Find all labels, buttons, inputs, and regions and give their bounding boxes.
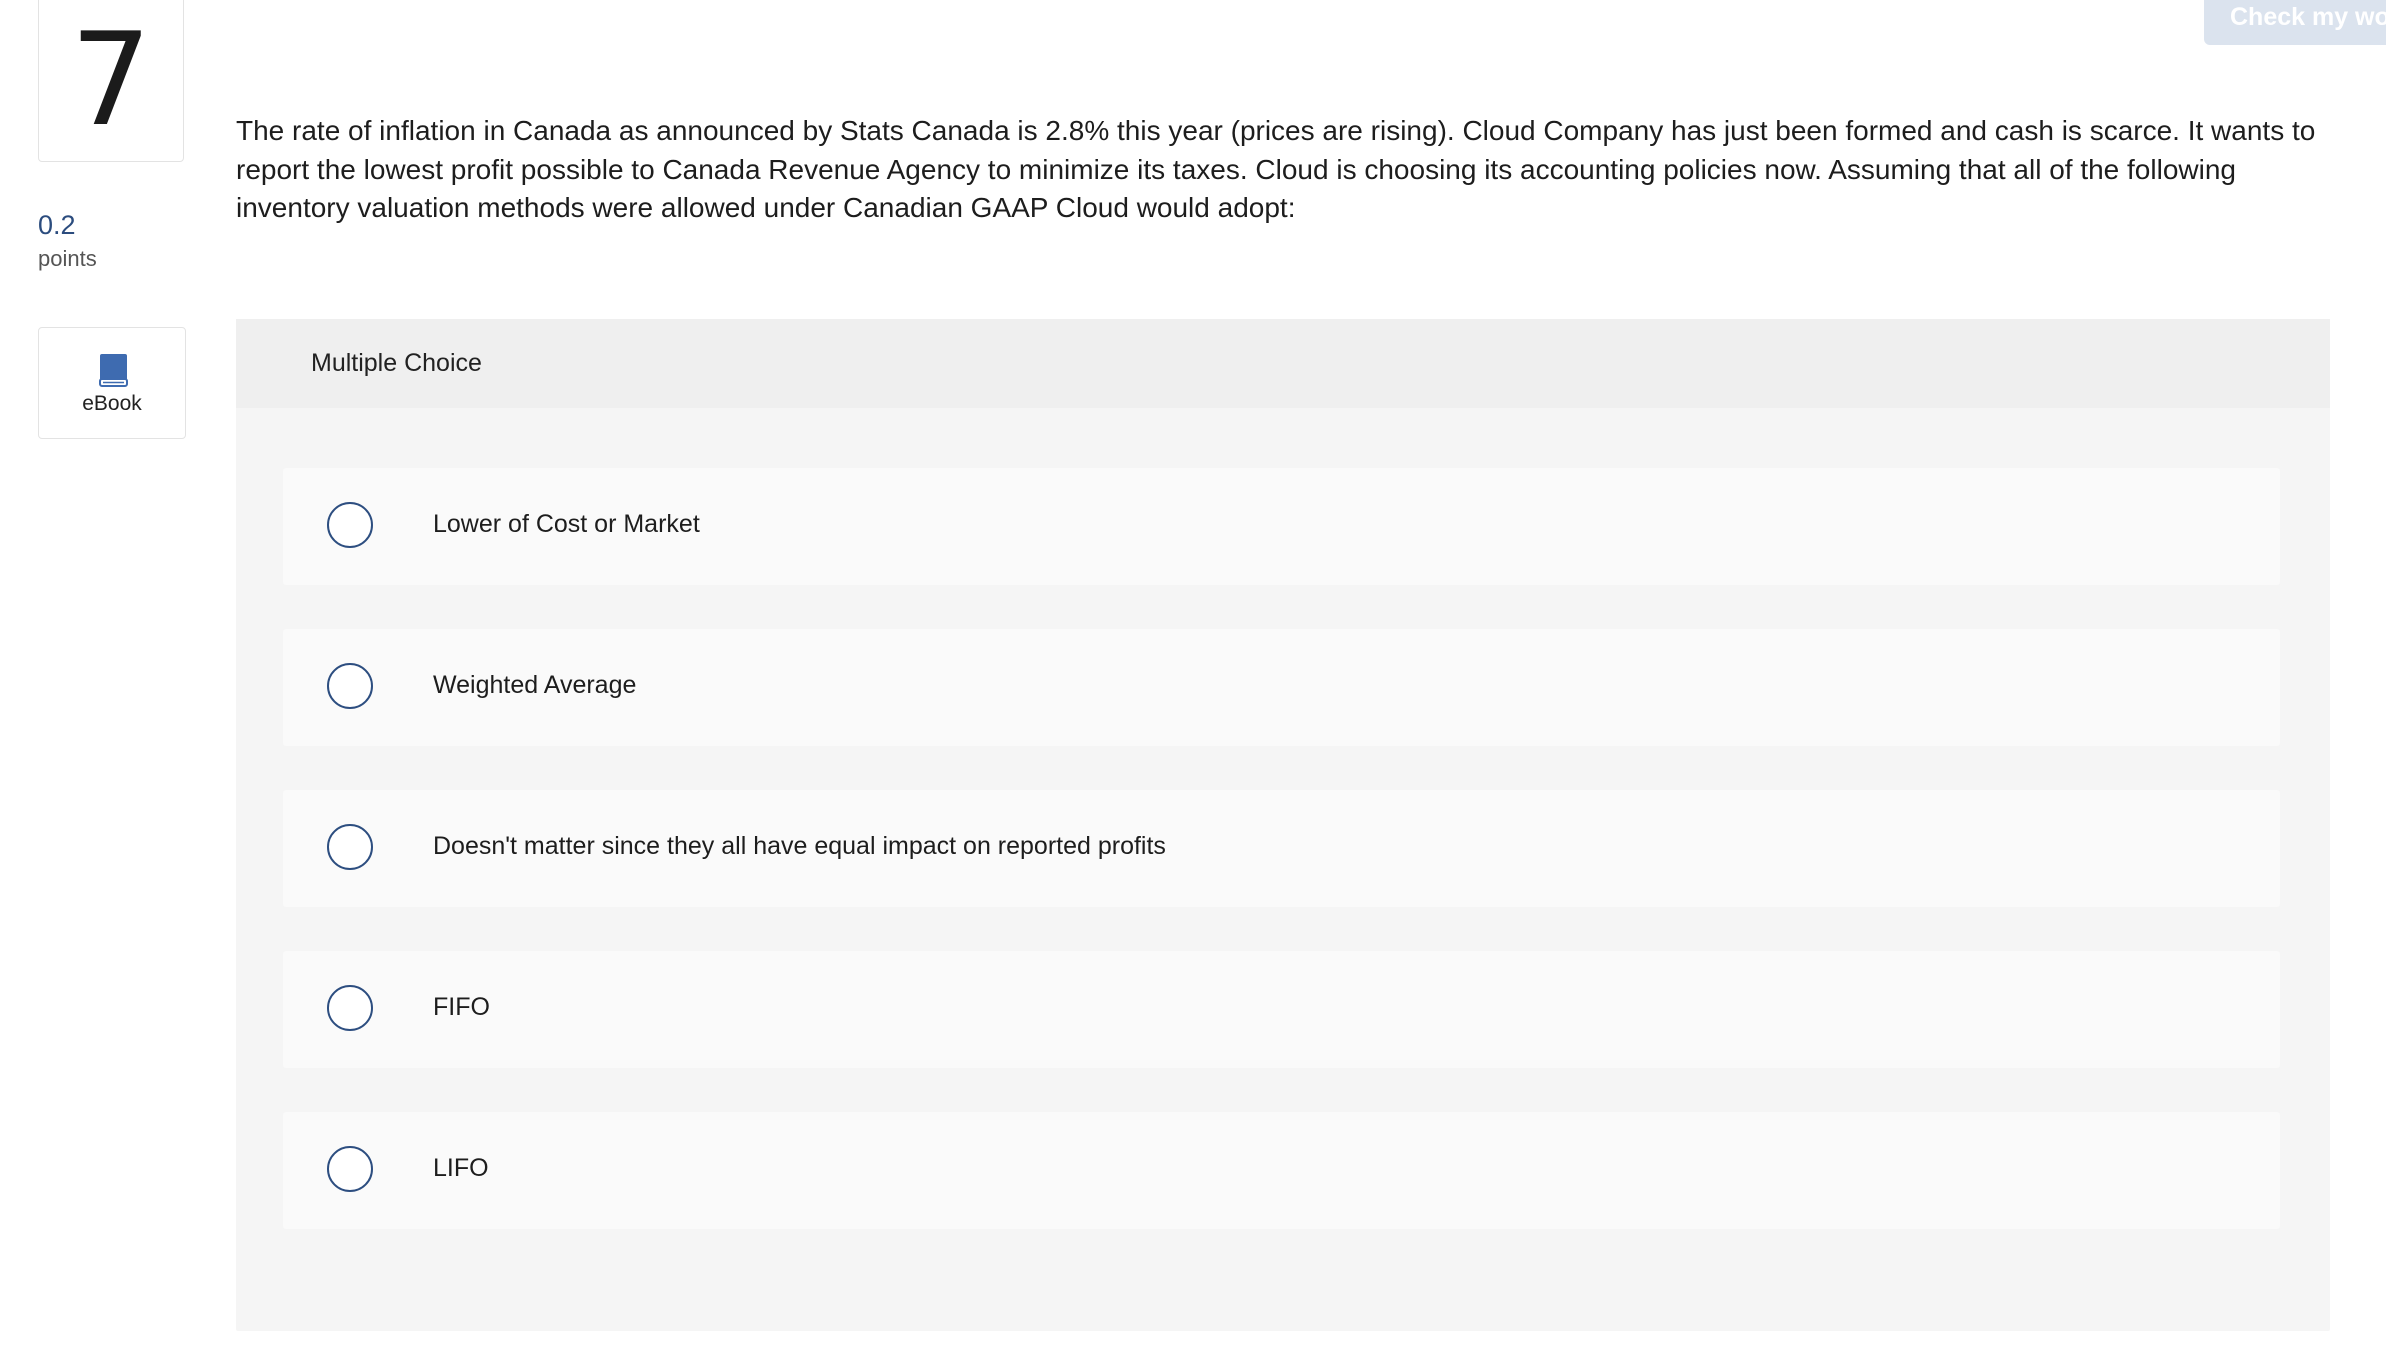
ebook-label: eBook: [82, 392, 142, 415]
question-text: The rate of inflation in Canada as annou…: [236, 115, 2316, 223]
points-label: points: [38, 246, 97, 271]
answer-option-label: Doesn't matter since they all have equal…: [433, 832, 1166, 860]
answer-option[interactable]: LIFO: [283, 1112, 2280, 1229]
answer-option-label: LIFO: [433, 1154, 489, 1182]
check-my-work-button[interactable]: Check my wo: [2204, 0, 2386, 45]
answer-option[interactable]: FIFO: [283, 951, 2280, 1068]
radio-button[interactable]: [327, 985, 373, 1031]
answer-option-label: FIFO: [433, 993, 490, 1021]
answer-option[interactable]: Lower of Cost or Market: [283, 468, 2280, 585]
radio-button[interactable]: [327, 1146, 373, 1192]
radio-button[interactable]: [327, 824, 373, 870]
question-number: 7: [70, 6, 152, 155]
multiple-choice-header-label: Multiple Choice: [311, 349, 482, 377]
points-value: 0.2: [38, 210, 76, 240]
radio-button[interactable]: [327, 663, 373, 709]
answer-option[interactable]: Weighted Average: [283, 629, 2280, 746]
answer-option-label: Weighted Average: [433, 671, 637, 699]
multiple-choice-header: Multiple Choice: [236, 319, 2330, 408]
multiple-choice-panel: Multiple Choice Lower of Cost or Market …: [236, 319, 2330, 1331]
radio-button[interactable]: [327, 502, 373, 548]
book-icon: [99, 354, 128, 387]
answer-option[interactable]: Doesn't matter since they all have equal…: [283, 790, 2280, 907]
answer-option-label: Lower of Cost or Market: [433, 510, 700, 538]
ebook-button[interactable]: eBook: [38, 327, 186, 439]
question-number-box: 7: [38, 0, 184, 162]
